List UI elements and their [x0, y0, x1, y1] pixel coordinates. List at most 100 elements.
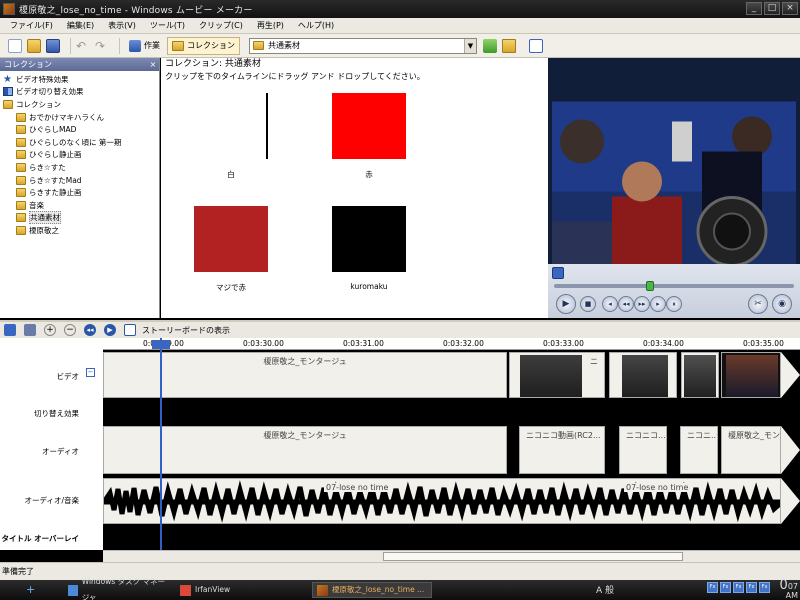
zoom-out-icon[interactable]: − [64, 324, 76, 336]
tree-item-video-effects[interactable]: ★ ビデオ特殊効果 [0, 73, 159, 86]
minimize-button[interactable]: _ [746, 2, 762, 15]
tree-item-folder[interactable]: 音楽 [0, 199, 159, 212]
audio-clip[interactable]: 榎原敬之_モンタージュ [103, 426, 507, 474]
folder-icon [16, 200, 26, 210]
menu-file[interactable]: ファイル(F) [10, 20, 53, 31]
tray-icon[interactable]: Fx [733, 582, 744, 593]
audio-clip[interactable]: ニコニコ... [619, 426, 667, 474]
close-button[interactable]: × [782, 2, 798, 15]
menu-clip[interactable]: クリップ(C) [199, 20, 243, 31]
redo-icon[interactable]: ↷ [95, 39, 109, 53]
stop-button[interactable]: ■ [580, 296, 596, 312]
split-clip-button[interactable]: ⏸ [666, 296, 682, 312]
seek-thumb[interactable] [646, 281, 654, 291]
save-project-icon[interactable] [46, 38, 60, 53]
track-end-arrow [781, 478, 800, 524]
tree-item-collections[interactable]: コレクション [0, 98, 159, 111]
next-frame-button[interactable]: ▸ [650, 296, 666, 312]
tree-item-video-transitions[interactable]: ビデオ切り替え効果 [0, 86, 159, 99]
collections-button[interactable]: コレクション [167, 36, 240, 55]
video-clip[interactable] [609, 352, 677, 398]
storyboard-icon[interactable] [124, 324, 136, 336]
tree-item-folder[interactable]: 榎原敬之 [0, 224, 159, 237]
ruler-tick: 0:03:35.00 [743, 339, 784, 348]
storyboard-toggle[interactable]: ストーリーボードの表示 [142, 325, 230, 336]
playhead-handle[interactable] [152, 340, 170, 349]
close-icon[interactable]: × [147, 58, 159, 71]
tasks-button[interactable]: 作業 [125, 37, 164, 55]
timeline-ruler[interactable]: 0:03:29.00 0:03:30.00 0:03:31.00 0:03:32… [103, 338, 800, 350]
tray-icon[interactable]: Fx [707, 582, 718, 593]
menu-view[interactable]: 表示(V) [108, 20, 136, 31]
open-project-icon[interactable] [27, 38, 41, 53]
audio-clip[interactable]: ニコニコ動画(RC2... [519, 426, 605, 474]
task-task-manager[interactable]: Windows タスク マネージャ [68, 577, 168, 600]
clip-kuromaku[interactable]: kuromaku [329, 206, 409, 291]
maximize-button[interactable]: □ [764, 2, 780, 15]
menu-help[interactable]: ヘルプ(H) [298, 20, 334, 31]
chevron-down-icon[interactable]: ▼ [464, 38, 476, 53]
timeline-tracks: 榎原敬之_モンタージュ ニ 榎原敬之_モンタージュ ニコニコ動画(RC2... … [103, 350, 800, 550]
audio-clip[interactable]: 榎原敬之_モンタージュ [721, 426, 781, 474]
tree-item-folder[interactable]: らき☆すた [0, 161, 159, 174]
tree-item-folder[interactable]: らきすた静止画 [0, 186, 159, 199]
tree-item-label: ひぐらしMAD [29, 125, 77, 135]
play-timeline-icon[interactable]: ▶ [104, 324, 116, 336]
collection-combo[interactable]: 共通素材 ▼ [249, 37, 477, 54]
collections-icon [172, 40, 184, 51]
up-folder-icon[interactable] [483, 38, 497, 53]
video-clip[interactable]: ニ [509, 352, 605, 398]
tree-item-folder-selected[interactable]: 共通素材 [0, 211, 159, 225]
fullscreen-icon[interactable] [552, 267, 564, 279]
track-labels: ビデオ − 切り替え効果 オーディオ オーディオ/音楽 タイトル オーバーレイ [0, 338, 103, 550]
scrollbar-thumb[interactable] [383, 552, 683, 561]
playhead[interactable] [160, 338, 162, 550]
tree-item-folder[interactable]: らき☆すたMad [0, 174, 159, 187]
menu-play[interactable]: 再生(P) [257, 20, 284, 31]
collapse-track-icon[interactable]: − [86, 368, 95, 377]
music-clip[interactable]: 07-lose no time 07-lose no time [103, 478, 781, 524]
new-folder-icon[interactable] [502, 38, 516, 53]
clip-white[interactable]: 白 [191, 93, 271, 180]
tray-icon[interactable]: Fx [720, 582, 731, 593]
undo-icon[interactable]: ↶ [76, 39, 90, 53]
play-button[interactable]: ▶ [556, 294, 576, 314]
folder-icon [16, 112, 26, 122]
tray-icon[interactable]: Fx [746, 582, 757, 593]
tree-item-folder[interactable]: おでかけマキハラくん [0, 111, 159, 124]
forward-button[interactable]: ▸▸ [634, 296, 650, 312]
clock[interactable]: 007 AM [780, 579, 798, 600]
rewind-button[interactable]: ◂◂ [618, 296, 634, 312]
clip-red[interactable]: 赤 [329, 93, 409, 180]
new-project-icon[interactable] [8, 38, 22, 53]
video-clip[interactable] [721, 352, 781, 398]
tree-item-folder[interactable]: ひぐらしMAD [0, 123, 159, 136]
split-icon[interactable]: ✂ [748, 294, 768, 314]
tray-icon[interactable]: Fx [759, 582, 770, 593]
menu-tools[interactable]: ツール(T) [150, 20, 185, 31]
system-tray: Fx Fx Fx Fx Fx [707, 582, 770, 593]
snapshot-icon[interactable]: ◉ [772, 294, 792, 314]
start-icon[interactable]: + [26, 583, 35, 596]
ime-indicator[interactable]: A 般 [596, 583, 614, 596]
rewind-timeline-icon[interactable]: ◂◂ [84, 324, 96, 336]
track-label-transition: 切り替え効果 [34, 409, 79, 418]
clip-deep-red[interactable]: マジで赤 [191, 206, 271, 293]
task-irfanview[interactable]: IrfanView [180, 582, 270, 598]
menu-edit[interactable]: 編集(E) [67, 20, 94, 31]
tree-item-label: 音楽 [29, 200, 44, 210]
previous-frame-button[interactable]: ◂ [602, 296, 618, 312]
tree-item-folder[interactable]: ひぐらし静止画 [0, 149, 159, 162]
timeline-options-icon[interactable] [4, 324, 16, 336]
seek-bar[interactable] [554, 284, 794, 288]
preview-monitor: ▶ ■ ◂ ◂◂ ▸▸ ▸ ⏸ ✂ ◉ [548, 58, 800, 318]
views-icon[interactable] [529, 38, 543, 53]
audio-clip[interactable]: ニコニ... [680, 426, 718, 474]
tree-item-folder[interactable]: ひぐらしのなく頃に 第一期 [0, 136, 159, 149]
video-clip[interactable] [681, 352, 719, 398]
video-clip[interactable]: 榎原敬之_モンタージュ [103, 352, 507, 398]
narrate-icon[interactable] [24, 324, 36, 336]
task-movie-maker[interactable]: 榎原敬之_lose_no_time ... [312, 582, 432, 598]
timeline-scrollbar[interactable] [103, 550, 800, 562]
zoom-in-icon[interactable]: + [44, 324, 56, 336]
